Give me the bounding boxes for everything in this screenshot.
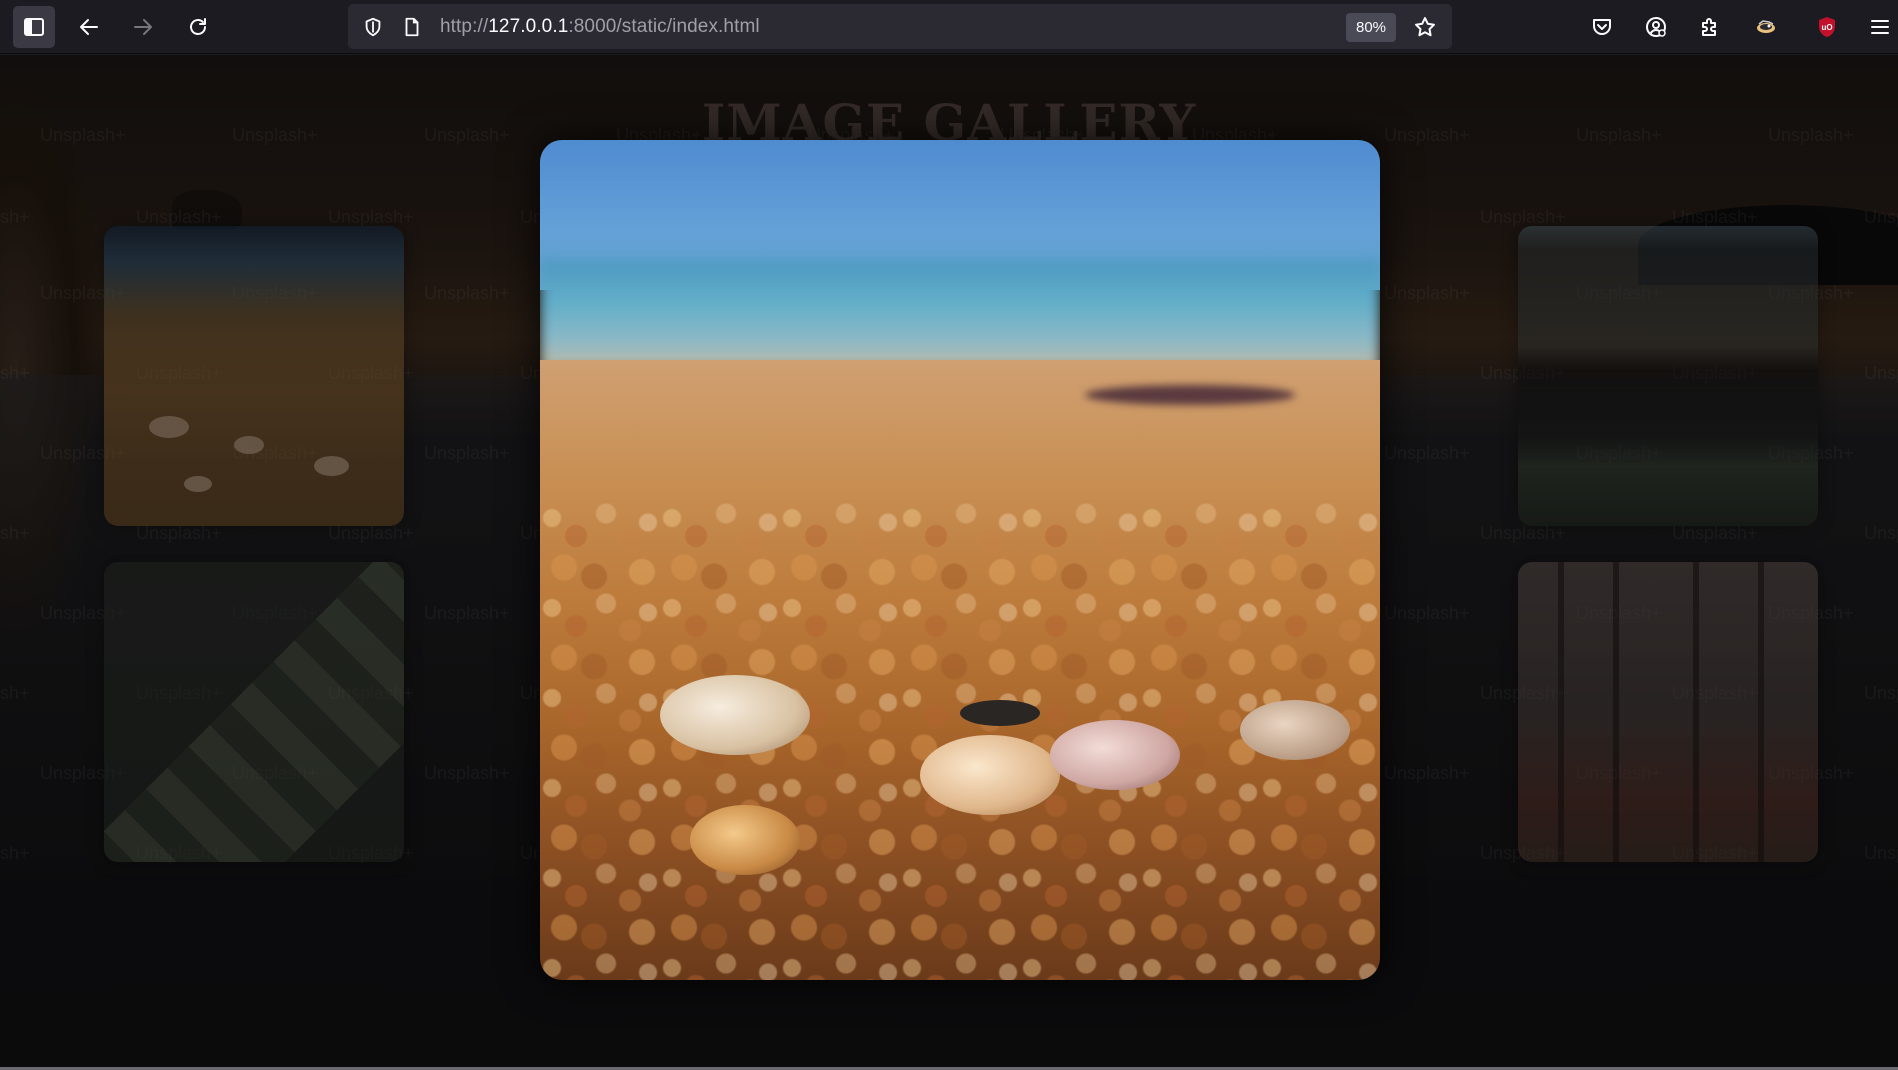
account-icon	[1646, 17, 1666, 37]
svg-text:uO: uO	[1821, 23, 1832, 32]
url-text[interactable]: http://127.0.0.1:8000/static/index.html	[440, 16, 760, 38]
sidebar-icon	[24, 18, 44, 36]
tree-trunk	[1613, 562, 1619, 862]
shell-shape	[1050, 720, 1180, 790]
reload-icon	[190, 18, 206, 35]
arrow-left-icon	[80, 19, 98, 35]
dark-shell-shape	[960, 700, 1040, 726]
hamburger-menu-icon	[1871, 20, 1889, 34]
puzzle-icon	[1702, 18, 1716, 36]
sidebar-toggle-button[interactable]	[13, 6, 55, 48]
forest-thumbnail[interactable]	[1518, 562, 1818, 862]
account-button[interactable]	[1635, 6, 1677, 48]
forward-button[interactable]	[122, 6, 164, 48]
shell-shape	[660, 675, 810, 755]
shell-shape	[1240, 700, 1350, 760]
building-stripes	[104, 562, 404, 862]
shell-shape	[314, 456, 349, 476]
shell-shape	[920, 735, 1060, 815]
shell-shape	[234, 436, 264, 454]
app-menu-button[interactable]	[1862, 6, 1898, 48]
bookmark-star-button[interactable]	[1411, 13, 1439, 41]
address-bar[interactable]: http://127.0.0.1:8000/static/index.html …	[348, 4, 1452, 49]
shells-thumbnail[interactable]	[104, 226, 404, 526]
ublock-icon: uO	[1819, 17, 1835, 37]
url-path: :8000/static/index.html	[568, 16, 760, 37]
shell-shape	[184, 476, 212, 492]
url-scheme: http://	[440, 16, 489, 37]
pocket-icon	[1593, 19, 1611, 35]
arrow-right-icon	[134, 19, 152, 35]
extension-bird-button[interactable]	[1745, 6, 1787, 48]
browser-toolbar: http://127.0.0.1:8000/static/index.html …	[0, 0, 1898, 54]
back-button[interactable]	[68, 6, 110, 48]
shield-icon[interactable]	[361, 15, 385, 39]
lightbox-image[interactable]	[540, 140, 1380, 980]
architecture-thumbnail[interactable]	[104, 562, 404, 862]
shell-shape	[690, 805, 800, 875]
extension-icon	[1757, 20, 1775, 33]
pocket-button[interactable]	[1581, 6, 1623, 48]
url-host: 127.0.0.1	[488, 16, 569, 37]
page-icon[interactable]	[400, 15, 424, 39]
image-boat	[1085, 385, 1295, 405]
zoom-level-button[interactable]: 80%	[1346, 13, 1396, 42]
tree-trunk	[1693, 562, 1699, 862]
page-viewport: Unsplash+ Unsplash+ Unsplash+ Unsplash+ Unsp…	[0, 55, 1898, 1067]
ublock-button[interactable]: uO	[1806, 6, 1848, 48]
reload-button[interactable]	[177, 6, 219, 48]
image-sea	[540, 260, 1380, 370]
shell-shape	[149, 416, 189, 438]
star-icon	[1415, 17, 1435, 37]
tree-trunk	[1558, 562, 1564, 862]
extensions-button[interactable]	[1689, 6, 1731, 48]
tree-trunk	[1758, 562, 1764, 862]
field-thumbnail[interactable]	[1518, 226, 1818, 526]
